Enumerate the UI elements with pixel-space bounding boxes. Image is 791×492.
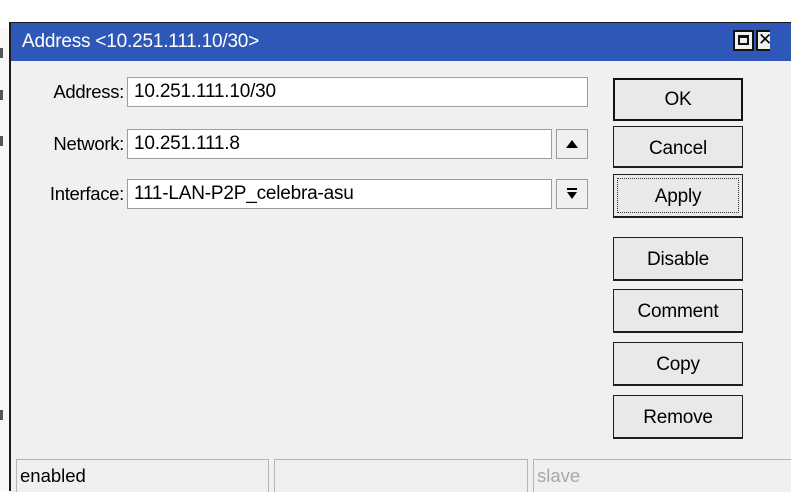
ok-button-label: OK [664,89,692,110]
background-tick [0,48,3,58]
network-field[interactable]: 10.251.111.8 [127,129,552,159]
address-dialog: Address <10.251.111.10/30> ✕ Address: 10… [9,22,791,492]
network-label: Network: [53,133,124,154]
comment-button[interactable]: Comment [613,289,743,333]
address-field[interactable]: 10.251.111.10/30 [127,77,588,107]
title-bar[interactable]: Address <10.251.111.10/30> ✕ [11,23,791,61]
background-tick [0,410,3,420]
remove-button-label: Remove [643,407,713,428]
cancel-button[interactable]: Cancel [613,126,743,168]
background-tick [0,90,3,100]
address-label: Address: [53,81,124,102]
window-title: Address <10.251.111.10/30> [22,31,260,52]
comment-button-label: Comment [637,301,719,322]
copy-button[interactable]: Copy [613,342,743,386]
remove-button[interactable]: Remove [613,395,743,439]
status-bar: enabled slave [11,457,791,492]
close-button[interactable]: ✕ [756,30,773,51]
status-middle [274,459,528,492]
network-spin-button[interactable] [556,129,588,159]
maximize-button[interactable] [733,30,754,51]
triangle-up-icon [566,140,578,148]
interface-select[interactable]: 111-LAN-P2P_celebra-asu [127,179,552,209]
interface-dropdown-button[interactable] [556,179,588,209]
close-icon: ✕ [758,30,773,49]
status-state: enabled [16,459,269,492]
background-tick [0,136,3,146]
interface-label: Interface: [49,183,124,204]
maximize-icon [738,35,749,45]
apply-button[interactable]: Apply [613,174,743,218]
ok-button[interactable]: OK [613,78,743,121]
copy-button-label: Copy [656,354,700,375]
apply-button-label: Apply [654,186,702,207]
status-role: slave [533,459,791,492]
arrow-down-to-bar-icon [567,188,577,199]
cancel-button-label: Cancel [649,138,707,159]
disable-button[interactable]: Disable [613,237,743,281]
disable-button-label: Disable [647,249,709,270]
